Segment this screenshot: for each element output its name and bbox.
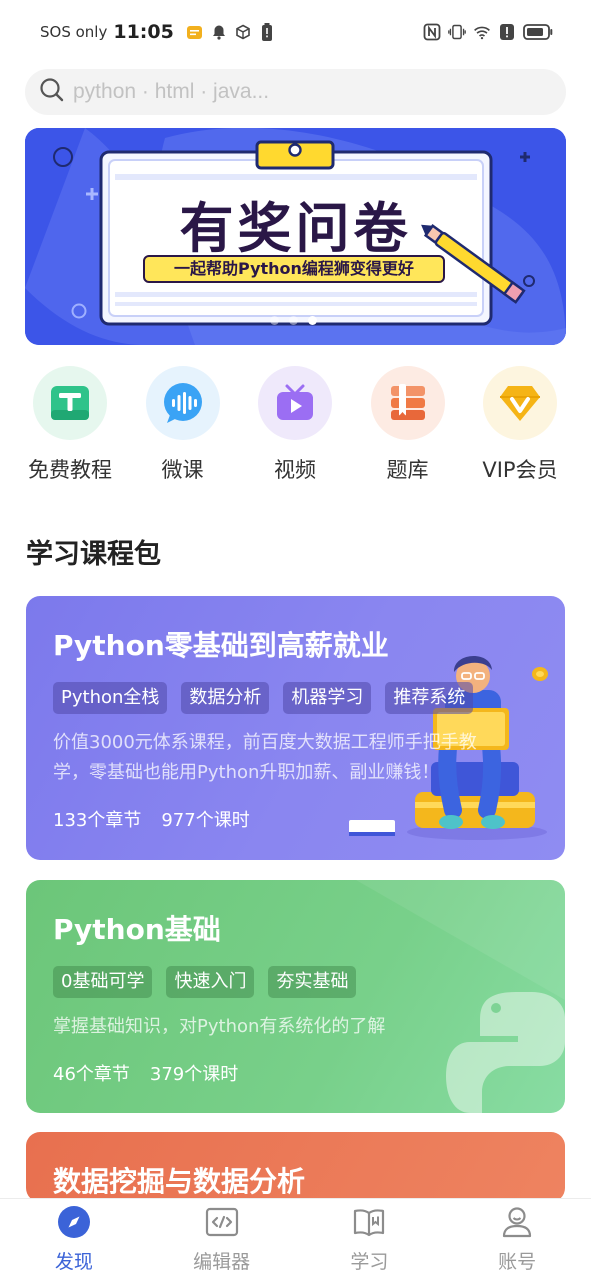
course-tag: 快速入门 (166, 966, 255, 998)
battery-icon (523, 23, 553, 41)
course-tag: 夯实基础 (268, 966, 357, 998)
course-tag: Python全栈 (53, 682, 168, 714)
clock: 11:05 (113, 21, 174, 43)
box-icon (234, 23, 252, 41)
course-card[interactable]: Python基础 0基础可学 快速入门 夯实基础 掌握基础知识，对Python有… (26, 880, 565, 1113)
nav-label: 学习 (350, 1251, 389, 1273)
category-vip[interactable]: VIP会员 (464, 366, 576, 484)
code-editor-icon (205, 1205, 239, 1243)
carousel-indicator (270, 316, 317, 325)
nav-label: 发现 (54, 1251, 93, 1273)
promo-banner[interactable]: 有奖问卷 一起帮助Python编程狮变得更好 (25, 128, 566, 345)
lesson-count: 977个课时 (161, 810, 250, 831)
course-card[interactable]: Python零基础到高薪就业 Python全栈 数据分析 机器学习 推荐系统 价… (26, 596, 565, 860)
notes-icon (186, 23, 204, 41)
open-book-icon (352, 1205, 386, 1243)
nav-label: 编辑器 (193, 1251, 251, 1273)
category-micro-lessons[interactable]: 微课 (127, 366, 239, 484)
course-description: 价值3000元体系课程，前百度大数据工程师手把手教 学，零基础也能用Python… (53, 728, 477, 788)
wifi-icon (473, 23, 491, 41)
banner-title: 有奖问卷 (179, 197, 412, 260)
course-tags: Python全栈 数据分析 机器学习 推荐系统 (53, 682, 474, 714)
status-bar: SOS only 11:05 (0, 0, 591, 64)
course-tag: 推荐系统 (385, 682, 474, 714)
course-tag: 数据分析 (181, 682, 270, 714)
course-description-line: 价值3000元体系课程，前百度大数据工程师手把手教 (53, 732, 477, 753)
diamond-v-icon (483, 366, 557, 440)
category-label: 微课 (161, 458, 204, 482)
category-question-bank[interactable]: 题库 (352, 366, 464, 484)
course-card[interactable]: 数据挖掘与数据分析 (26, 1132, 565, 1202)
bell-icon (210, 23, 228, 41)
category-label: VIP会员 (482, 458, 558, 482)
user-icon (500, 1205, 534, 1243)
carousel-dot-active (308, 316, 317, 325)
section-title: 学习课程包 (26, 539, 161, 570)
carousel-dot (270, 316, 279, 325)
course-title: Python零基础到高薪就业 (53, 629, 389, 662)
course-tag: 0基础可学 (53, 966, 153, 998)
audio-bubble-icon (145, 366, 220, 440)
category-free-tutorials[interactable]: 免费教程 (14, 366, 126, 484)
nfc-icon (423, 23, 441, 41)
category-label: 免费教程 (28, 458, 112, 482)
search-icon (39, 77, 65, 107)
vibrate-icon (448, 23, 466, 41)
chapter-count: 46个章节 (53, 1064, 130, 1085)
alert-icon (498, 23, 516, 41)
compass-icon (57, 1205, 91, 1243)
search-input[interactable] (73, 80, 513, 104)
course-description-line: 掌握基础知识，对Python有系统化的了解 (53, 1016, 386, 1037)
search-bar[interactable] (25, 69, 566, 115)
nav-editor[interactable]: 编辑器 (162, 1205, 282, 1274)
course-title: 数据挖掘与数据分析 (53, 1165, 306, 1198)
nav-account[interactable]: 账号 (457, 1205, 577, 1274)
course-description-line: 学，零基础也能用Python升职加薪、副业赚钱！ (53, 762, 440, 783)
course-description: 掌握基础知识，对Python有系统化的了解 (53, 1012, 385, 1042)
tv-play-icon (258, 366, 332, 440)
course-meta: 133个章节 977个课时 (53, 806, 250, 832)
nav-label: 账号 (498, 1251, 537, 1273)
chapter-count: 133个章节 (53, 810, 142, 831)
bottom-nav: 发现 编辑器 学习 账号 (0, 1198, 591, 1280)
nav-learn[interactable]: 学习 (309, 1205, 429, 1274)
lesson-count: 379个课时 (149, 1064, 239, 1085)
carousel-dot (289, 316, 298, 325)
nav-discover[interactable]: 发现 (14, 1205, 134, 1274)
category-videos[interactable]: 视频 (239, 366, 351, 484)
banner-subtitle: 一起帮助Python编程狮变得更好 (143, 255, 445, 283)
books-icon (370, 366, 445, 440)
course-tag: 机器学习 (283, 682, 372, 714)
course-meta: 46个章节 379个课时 (53, 1060, 238, 1086)
category-label: 题库 (386, 458, 429, 482)
course-title: Python基础 (53, 913, 221, 946)
book-t-icon (33, 366, 107, 440)
course-tags: 0基础可学 快速入门 夯实基础 (53, 966, 357, 998)
category-row: 免费教程 微课 视频 题库 VIP会员 (14, 366, 576, 484)
category-label: 视频 (274, 458, 316, 482)
battery-alert-icon (258, 23, 276, 41)
carrier-label: SOS only (40, 23, 108, 41)
